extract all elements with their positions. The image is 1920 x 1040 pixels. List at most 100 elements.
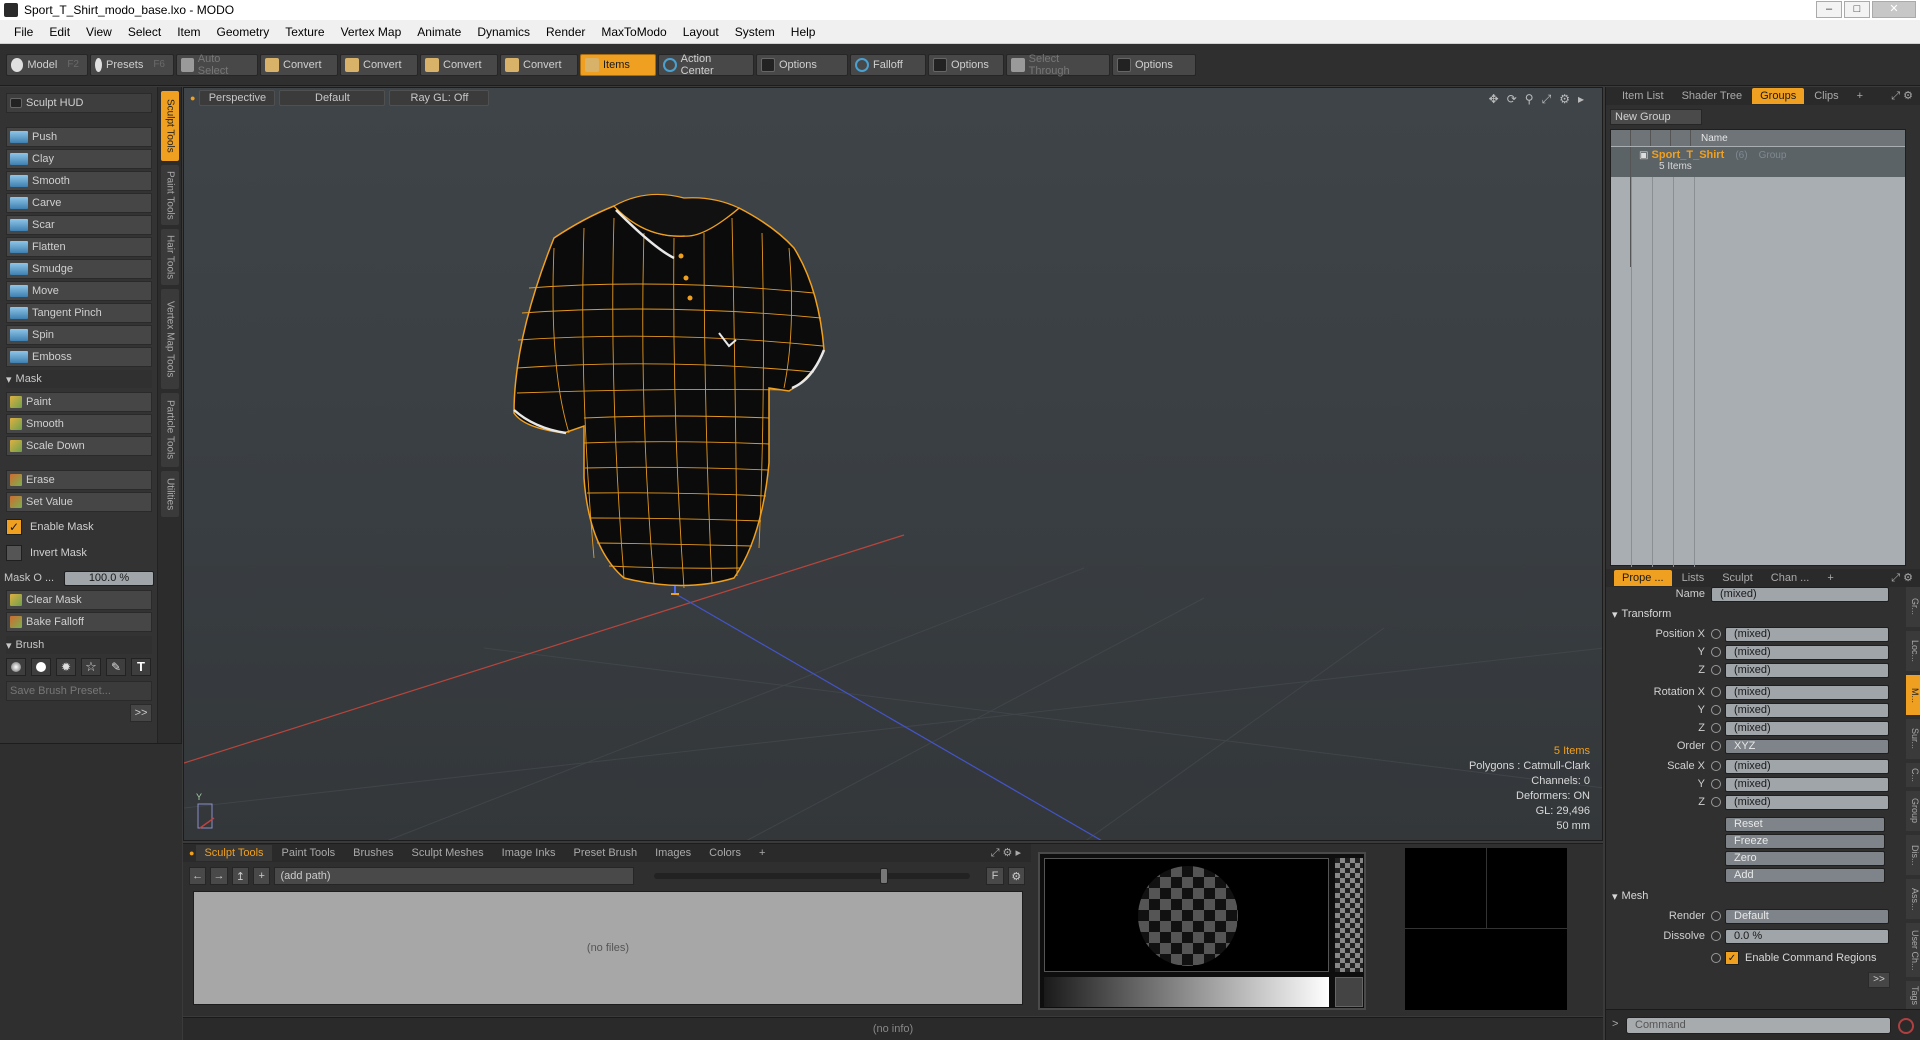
render-dropdown[interactable]: Default <box>1725 908 1889 924</box>
tab-paint-tools[interactable]: Paint Tools <box>274 845 344 861</box>
shading-style-dropdown[interactable]: Default <box>279 90 386 106</box>
close-icon[interactable]: ✕ <box>1872 1 1916 18</box>
tab-sculpt-meshes[interactable]: Sculpt Meshes <box>404 845 492 861</box>
position-z-field[interactable]: (mixed) <box>1725 662 1889 678</box>
tool-smudge[interactable]: Smudge <box>6 259 152 279</box>
menu-geometry[interactable]: Geometry <box>209 25 278 39</box>
mask-opacity-field[interactable]: 100.0 % <box>64 570 154 586</box>
model-button[interactable]: Model F2 <box>6 53 88 76</box>
menu-file[interactable]: File <box>6 25 41 39</box>
tab-sculpt-tools[interactable]: Sculpt Tools <box>196 845 272 861</box>
mask-tool-scale-down[interactable]: Scale Down <box>6 436 152 456</box>
convert-button-1[interactable]: Convert <box>260 53 338 76</box>
menu-maxtomodo[interactable]: MaxToModo <box>593 25 674 39</box>
options-button-2[interactable]: Options <box>928 53 1004 76</box>
scale-y-field[interactable]: (mixed) <box>1725 776 1889 792</box>
group-row-sport-t-shirt[interactable]: ▣ Sport_T_Shirt (6) Group 5 Items <box>1611 147 1905 267</box>
auto-select-button[interactable]: Auto Select <box>176 53 258 77</box>
hard-brush-icon[interactable] <box>31 658 51 676</box>
visibility-eye-icon[interactable] <box>1611 130 1631 146</box>
keyframe-dot-icon[interactable] <box>1711 705 1721 715</box>
tool-flatten[interactable]: Flatten <box>6 237 152 257</box>
text-brush-icon[interactable]: T <box>131 658 151 676</box>
keyframe-dot-icon[interactable] <box>1711 797 1721 807</box>
vtab-group-2[interactable]: Group <box>1906 791 1920 831</box>
dock-menu-dot-icon[interactable]: ● <box>189 848 194 858</box>
mask-section-header[interactable]: ▾ Mask <box>6 370 152 388</box>
add-scene-tab-button[interactable]: + <box>1849 88 1871 104</box>
action-center-button[interactable]: Action Center <box>658 53 754 77</box>
rotation-y-field[interactable]: (mixed) <box>1725 702 1889 718</box>
select-icon[interactable] <box>1671 130 1691 146</box>
file-browser-area[interactable]: (no files) <box>193 891 1023 1005</box>
zoom-icon[interactable]: ⚲ <box>1525 92 1534 107</box>
brush-section-header[interactable]: ▾ Brush <box>6 636 152 654</box>
menu-view[interactable]: View <box>78 25 120 39</box>
3d-viewport[interactable]: Y ● Perspective Default Ray GL: Off ✥ ⟳ … <box>183 87 1603 841</box>
mask-tool-smooth[interactable]: Smooth <box>6 414 152 434</box>
fit-icon[interactable]: ⤢ <box>1542 92 1552 107</box>
path-settings-gear-icon[interactable]: ⚙ <box>1007 867 1026 885</box>
view-type-dropdown[interactable]: Perspective <box>199 90 276 106</box>
menu-help[interactable]: Help <box>783 25 824 39</box>
rotation-order-dropdown[interactable]: XYZ <box>1725 738 1889 754</box>
render-icon[interactable] <box>1631 130 1651 146</box>
tab-colors[interactable]: Colors <box>701 845 749 861</box>
keyframe-dot-icon[interactable] <box>1711 779 1721 789</box>
dock-options-icon[interactable]: ⤢ ⚙ ▸ <box>991 846 1021 860</box>
keyframe-dot-icon[interactable] <box>1711 953 1721 963</box>
favorites-button[interactable]: F <box>986 867 1004 885</box>
back-arrow-icon[interactable]: ← <box>189 867 207 885</box>
keyframe-dot-icon[interactable] <box>1711 761 1721 771</box>
position-y-field[interactable]: (mixed) <box>1725 644 1889 660</box>
menu-select[interactable]: Select <box>120 25 169 39</box>
keyframe-dot-icon[interactable] <box>1711 647 1721 657</box>
raygl-toggle[interactable]: Ray GL: Off <box>389 90 490 106</box>
sculpt-hud-button[interactable]: Sculpt HUD <box>6 93 152 113</box>
maximize-icon[interactable]: □ <box>1844 1 1870 18</box>
reset-dropdown[interactable]: Reset <box>1725 816 1885 832</box>
tool-spin[interactable]: Spin <box>6 325 152 345</box>
tab-groups[interactable]: Groups <box>1752 88 1805 104</box>
presets-button[interactable]: Presets F6 <box>90 53 174 76</box>
menu-render[interactable]: Render <box>538 25 593 39</box>
clear-mask-button[interactable]: Clear Mask <box>6 590 152 610</box>
path-dropdown[interactable]: (add path) <box>274 867 634 885</box>
properties-more-button[interactable]: >> <box>1868 972 1890 988</box>
options-button-1[interactable]: Options <box>756 53 848 76</box>
menu-system[interactable]: System <box>727 25 783 39</box>
group-render-icon[interactable] <box>1611 177 1631 207</box>
viewport-settings-gear-icon[interactable]: ⚙ <box>1559 92 1570 107</box>
tool-emboss[interactable]: Emboss <box>6 347 152 367</box>
menu-vertex-map[interactable]: Vertex Map <box>333 25 410 39</box>
tool-tangent-pinch[interactable]: Tangent Pinch <box>6 303 152 323</box>
tab-clips[interactable]: Clips <box>1806 88 1846 104</box>
group-visibility-eye-icon[interactable] <box>1611 147 1631 177</box>
set-value-button[interactable]: Set Value <box>6 492 152 512</box>
tool-smooth[interactable]: Smooth <box>6 171 152 191</box>
record-macro-icon[interactable] <box>1898 1018 1914 1034</box>
keyframe-dot-icon[interactable] <box>1711 931 1721 941</box>
add-tab-button[interactable]: + <box>751 845 773 861</box>
menu-item[interactable]: Item <box>169 25 208 39</box>
vtab-mesh[interactable]: M... <box>1906 675 1920 715</box>
vtab-paint-tools[interactable]: Paint Tools <box>161 165 179 225</box>
soft-brush-icon[interactable] <box>6 658 26 676</box>
splatter-brush-icon[interactable]: ✹ <box>56 658 76 676</box>
menu-layout[interactable]: Layout <box>675 25 727 39</box>
vtab-c[interactable]: C... <box>1906 763 1920 787</box>
add-dropdown[interactable]: Add <box>1725 867 1885 883</box>
lock-icon[interactable] <box>1651 130 1671 146</box>
vtab-locator[interactable]: Loc... <box>1906 631 1920 671</box>
zero-dropdown[interactable]: Zero <box>1725 850 1885 866</box>
vtab-surface[interactable]: Sur... <box>1906 719 1920 759</box>
orbit-icon[interactable]: ⟳ <box>1507 92 1517 107</box>
keyframe-dot-icon[interactable] <box>1711 629 1721 639</box>
vtab-user-channels[interactable]: User Ch... <box>1906 923 1920 977</box>
mask-tool-paint[interactable]: Paint <box>6 392 152 412</box>
rotation-z-field[interactable]: (mixed) <box>1725 720 1889 736</box>
options-button-3[interactable]: Options <box>1112 53 1196 76</box>
select-through-button[interactable]: Select Through <box>1006 53 1110 77</box>
keyframe-dot-icon[interactable] <box>1711 911 1721 921</box>
keyframe-dot-icon[interactable] <box>1711 741 1721 751</box>
